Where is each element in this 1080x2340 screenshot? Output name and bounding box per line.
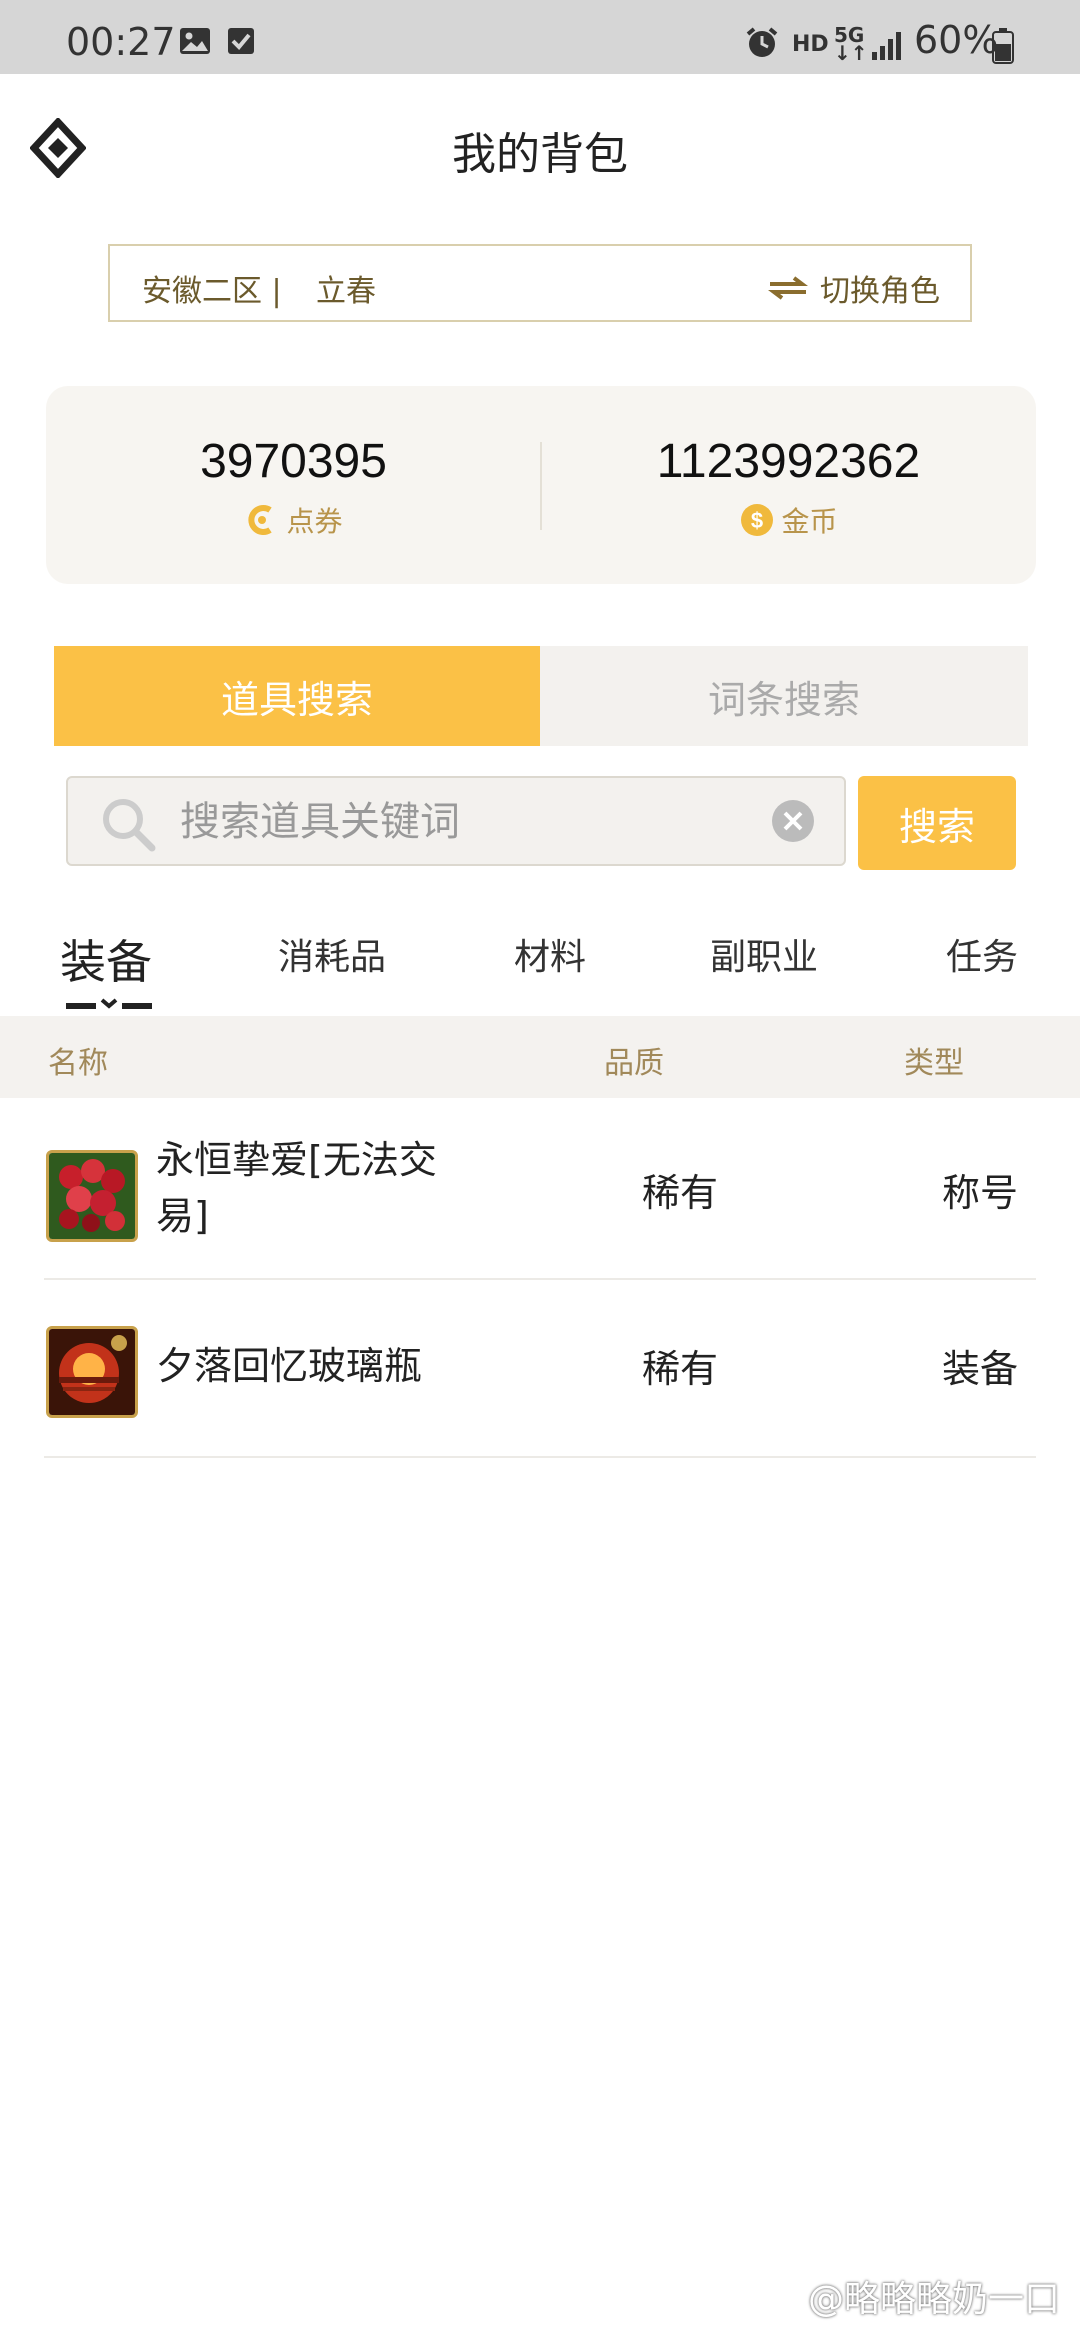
item-name: 夕落回忆玻璃瓶 xyxy=(156,1344,423,1388)
search-button[interactable]: 搜索 xyxy=(858,776,1016,870)
search-icon xyxy=(103,799,156,852)
switch-role-button[interactable]: 切换角色 xyxy=(768,266,940,310)
battery-icon xyxy=(992,28,1014,64)
gold-coin-icon: $ xyxy=(741,504,774,536)
watermark: @略略略奶一口 xyxy=(807,2279,1060,2320)
item-glass-bottle-icon xyxy=(46,1326,138,1418)
image-icon xyxy=(180,28,210,54)
signal-icon xyxy=(872,32,901,60)
category-tab-equipment[interactable]: 装备 xyxy=(60,926,152,992)
table-header: 名称 品质 类型 xyxy=(0,1016,1080,1098)
points-coupon-icon xyxy=(248,505,273,535)
column-header-name: 名称 xyxy=(48,1046,108,1081)
alarm-icon xyxy=(746,27,778,57)
page-title: 我的背包 xyxy=(452,129,628,180)
table-row[interactable]: 永恒挚爱[无法交易] 稀有 称号 xyxy=(44,1100,1036,1280)
category-tab-subjob[interactable]: 副职业 xyxy=(710,928,818,980)
battery-percent: 60% xyxy=(914,18,999,62)
item-type: 称号 xyxy=(941,1171,1018,1215)
svg-text:$: $ xyxy=(751,508,763,533)
status-bar: 00:27 HD 5G ↓↑ 60% xyxy=(0,0,1080,74)
tab-item-search[interactable]: 道具搜索 xyxy=(54,646,540,746)
role-name: 立春 xyxy=(316,274,376,309)
clear-icon[interactable] xyxy=(770,798,816,844)
active-tab-indicator xyxy=(66,998,152,1009)
item-quality: 稀有 xyxy=(641,1171,718,1215)
status-time: 00:27 xyxy=(66,20,176,64)
network-gen-indicator: 5G ↓↑ xyxy=(834,23,868,65)
tab-attribute-search[interactable]: 词条搜索 xyxy=(540,646,1028,746)
check-icon xyxy=(228,28,254,54)
search-bar xyxy=(66,776,846,866)
points-value: 3970395 xyxy=(200,435,387,488)
category-tab-quest[interactable]: 任务 xyxy=(946,928,1018,980)
points-label-group: 点券 xyxy=(46,500,541,540)
category-tab-materials[interactable]: 材料 xyxy=(514,928,586,980)
category-tab-consumables[interactable]: 消耗品 xyxy=(278,928,386,980)
column-header-quality: 品质 xyxy=(604,1046,664,1081)
item-quality: 稀有 xyxy=(641,1347,718,1391)
column-header-type: 类型 xyxy=(904,1046,964,1081)
hd-indicator: HD xyxy=(792,32,829,57)
gold-label-group: $ 金币 xyxy=(541,500,1036,540)
role-selector: 安徽二区 | 立春 切换角色 xyxy=(108,244,972,322)
switch-arrows-icon xyxy=(768,276,808,300)
switch-role-label: 切换角色 xyxy=(820,274,940,309)
gold-label: 金币 xyxy=(781,505,838,538)
item-rose-icon xyxy=(46,1150,138,1242)
points-label: 点券 xyxy=(286,505,343,538)
gold-value: 1123992362 xyxy=(656,435,921,488)
server-name: 安徽二区 | xyxy=(142,274,282,309)
table-row[interactable]: 夕落回忆玻璃瓶 稀有 装备 xyxy=(44,1280,1036,1458)
item-name: 永恒挚爱[无法交易] xyxy=(156,1138,437,1238)
search-input[interactable] xyxy=(178,794,742,850)
item-type: 装备 xyxy=(941,1347,1018,1391)
currency-card: 3970395 点券 1123992362 $ 金币 xyxy=(46,386,1036,584)
